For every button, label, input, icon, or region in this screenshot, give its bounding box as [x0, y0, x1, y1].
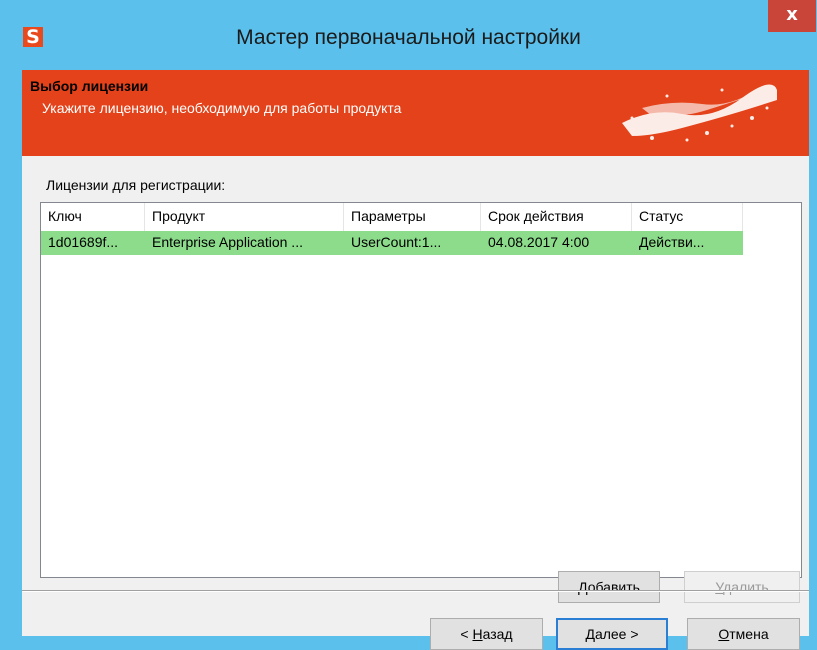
wizard-client-area: Выбор лицензии Укажите лицензию, необход… — [22, 70, 809, 650]
cell-status: Действи... — [639, 234, 705, 250]
cell-key: 1d01689f... — [48, 234, 119, 250]
step-title: Выбор лицензии — [30, 78, 149, 94]
column-header-product[interactable]: Продукт — [145, 203, 344, 231]
list-header: Ключ Продукт Параметры Срок действия Ста… — [41, 203, 801, 231]
next-button[interactable]: Далее > — [556, 618, 668, 650]
column-header-status[interactable]: Статус — [632, 203, 743, 231]
banner-decoration-icon — [622, 84, 777, 142]
column-header-expires[interactable]: Срок действия — [481, 203, 632, 231]
licenses-list[interactable]: Ключ Продукт Параметры Срок действия Ста… — [40, 202, 802, 578]
remove-button[interactable]: Удалить — [684, 571, 800, 603]
cell-expires: 04.08.2017 4:00 — [488, 234, 590, 250]
cancel-button[interactable]: Отмена — [687, 618, 800, 650]
step-subtitle: Укажите лицензию, необходимую для работы… — [42, 100, 402, 116]
close-button[interactable]: x — [768, 0, 816, 32]
title-bar[interactable]: S Мастер первоначальной настройки — [0, 0, 817, 70]
add-button[interactable]: Добавить — [558, 571, 660, 603]
cell-product: Enterprise Application ... — [152, 234, 303, 250]
column-header-key[interactable]: Ключ — [41, 203, 145, 231]
table-row[interactable]: 1d01689f... Enterprise Application ... U… — [41, 231, 743, 255]
window-title: Мастер первоначальной настройки — [236, 26, 581, 49]
header-banner: Выбор лицензии Укажите лицензию, необход… — [22, 70, 809, 156]
divider-highlight — [22, 591, 809, 592]
column-header-params[interactable]: Параметры — [344, 203, 481, 231]
licenses-label: Лицензии для регистрации: — [46, 177, 226, 193]
wizard-window: S Мастер первоначальной настройки x Выбо… — [0, 0, 817, 650]
cell-params: UserCount:1... — [351, 234, 442, 250]
back-button[interactable]: < Назад — [430, 618, 543, 650]
